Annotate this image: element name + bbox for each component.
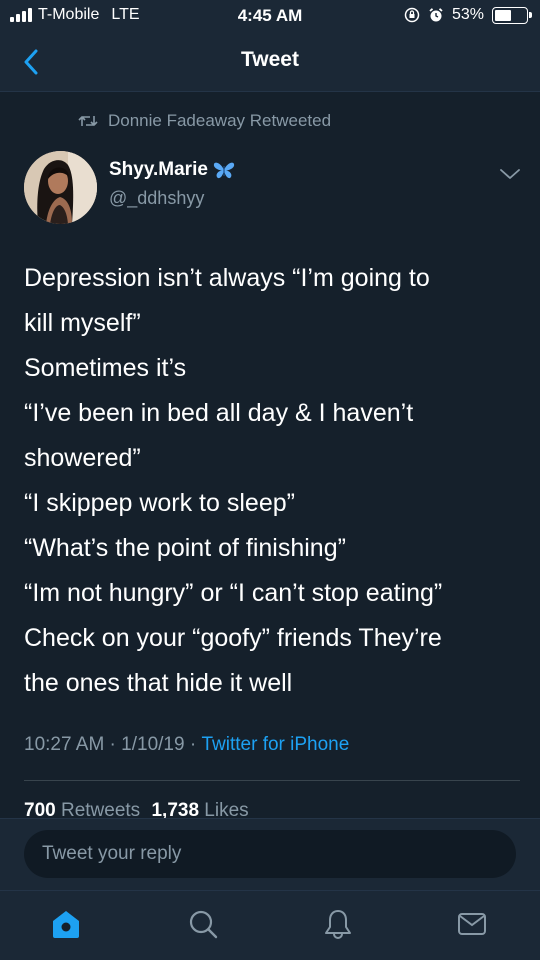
tab-bar bbox=[0, 890, 540, 960]
battery-percent: 53% bbox=[451, 6, 484, 23]
tweet-line: “What’s the point of finishing” bbox=[24, 534, 346, 562]
tweet-options-button[interactable] bbox=[498, 164, 522, 184]
nav-bar: Tweet bbox=[0, 34, 540, 92]
tweet-line: “I skippep work to sleep” bbox=[24, 489, 295, 517]
author-name-text: Shyy.Marie bbox=[109, 159, 208, 180]
notifications-icon bbox=[325, 910, 351, 939]
messages-icon bbox=[458, 913, 486, 935]
meta-separator: · bbox=[104, 734, 122, 755]
battery-level bbox=[495, 9, 511, 21]
meta-separator: · bbox=[184, 734, 202, 755]
author-name[interactable]: Shyy.Marie bbox=[109, 159, 235, 181]
tab-messages[interactable] bbox=[455, 907, 489, 941]
likes-label[interactable]: Likes bbox=[204, 800, 248, 818]
divider bbox=[24, 780, 520, 781]
retweets-label[interactable]: Retweets bbox=[61, 800, 140, 818]
retweets-count[interactable]: 700 bbox=[24, 800, 56, 818]
tab-notifications[interactable] bbox=[321, 907, 355, 941]
author-handle[interactable]: @_ddhshyy bbox=[109, 188, 204, 209]
page-title: Tweet bbox=[241, 48, 299, 71]
butterfly-emoji-icon bbox=[213, 162, 235, 179]
avatar[interactable] bbox=[24, 151, 97, 224]
search-icon bbox=[189, 910, 218, 939]
likes-count[interactable]: 1,738 bbox=[151, 800, 199, 818]
tweet-line: kill myself” bbox=[24, 309, 141, 337]
rotation-lock-icon bbox=[404, 7, 420, 23]
tweet-time: 10:27 AM bbox=[24, 734, 105, 755]
tweet-source-link[interactable]: Twitter for iPhone bbox=[201, 734, 349, 756]
tab-search[interactable] bbox=[186, 907, 220, 941]
reply-bar bbox=[0, 818, 540, 890]
battery-icon bbox=[492, 6, 532, 24]
tab-home[interactable] bbox=[49, 907, 83, 941]
status-right: 53% bbox=[404, 6, 532, 24]
tweet-meta: 10:27 AM · 1/10/19 · Twitter for iPhone bbox=[24, 734, 349, 756]
tweet-line: Depression isn’t always “I’m going to bbox=[24, 264, 430, 292]
alarm-icon bbox=[429, 8, 443, 22]
tweet-stats: 700 Retweets 1,738 Likes bbox=[24, 800, 249, 818]
chevron-down-icon bbox=[500, 169, 520, 179]
retweet-icon bbox=[78, 116, 98, 126]
tweet-date: 1/10/19 bbox=[121, 734, 185, 755]
tweet-text: Depression isn’t always “I’m going to ki… bbox=[24, 256, 524, 706]
status-bar: T-Mobile LTE 4:45 AM 53% bbox=[0, 0, 540, 34]
tweet-line: Sometimes it’s bbox=[24, 354, 187, 382]
tweet-line: “Im not hungry” or “I can’t stop eating” bbox=[24, 579, 443, 607]
tweet-line: Check on your “goofy” friends They’re bbox=[24, 624, 442, 652]
tweet-line: showered” bbox=[24, 444, 141, 472]
tweet-line: “I’ve been in bed all day & I haven’t bbox=[24, 399, 414, 427]
home-icon bbox=[53, 911, 79, 938]
retweet-label: Donnie Fadeaway Retweeted bbox=[108, 111, 332, 130]
reply-input[interactable] bbox=[24, 830, 516, 878]
retweet-context[interactable]: Donnie Fadeaway Retweeted bbox=[78, 111, 331, 131]
tweet-line: the ones that hide it well bbox=[24, 669, 293, 697]
